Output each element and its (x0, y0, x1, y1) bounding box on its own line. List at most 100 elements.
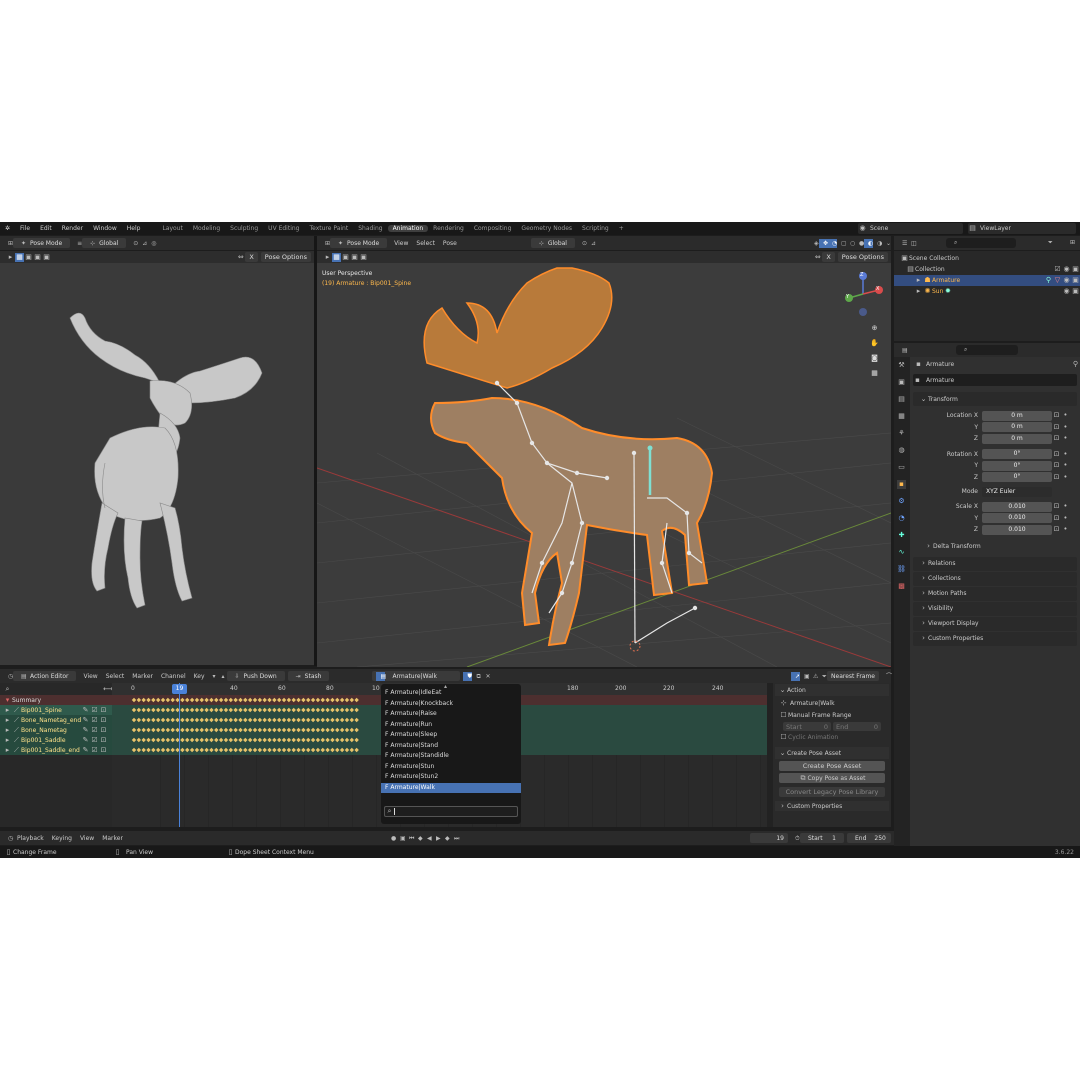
keyframe-diamond[interactable] (286, 717, 292, 723)
menu-edit[interactable]: Edit (35, 225, 57, 232)
keyframe-diamond[interactable] (262, 717, 267, 723)
keyframe-diamond[interactable] (349, 747, 354, 753)
keyframe-diamond[interactable] (199, 737, 204, 743)
menu-channel[interactable]: Channel (157, 673, 190, 680)
errors-icon[interactable]: ⚠ (809, 672, 818, 681)
keyframe-diamond[interactable] (257, 717, 263, 723)
prev-layer-icon[interactable]: ▾ (209, 672, 218, 681)
keyframe-diamond[interactable] (330, 707, 335, 713)
keyframe-diamond[interactable] (223, 727, 229, 733)
eye-icon[interactable]: ◉ (1062, 287, 1071, 296)
keyframe-diamond[interactable] (252, 717, 258, 723)
keyframe-diamond[interactable] (185, 747, 190, 753)
left-pose-options-dropdown[interactable]: Pose Options (260, 252, 311, 262)
keyframe-diamond[interactable] (228, 707, 233, 713)
keyframe-diamond[interactable] (180, 707, 185, 713)
shading-rendered-icon[interactable]: ◑ (873, 239, 882, 248)
keyframe-diamond[interactable] (156, 707, 161, 713)
wrench-icon[interactable]: ✎ (81, 706, 90, 715)
location-y-field[interactable]: 0 m (982, 422, 1052, 433)
scroll-up-icon[interactable]: ▴ (444, 683, 447, 690)
keyframe-diamond[interactable] (156, 717, 161, 723)
keyframe-diamond[interactable] (310, 697, 316, 703)
keyframe-diamond[interactable] (349, 717, 354, 723)
current-frame-field[interactable]: 19 (750, 833, 788, 843)
keyframe-diamond[interactable] (194, 727, 200, 733)
keyframe-diamond[interactable] (252, 697, 258, 703)
lock-icon[interactable]: ⊡ (99, 716, 108, 725)
new-collection-icon[interactable]: ⊞ (1066, 238, 1075, 247)
keyframe-diamond[interactable] (160, 707, 166, 713)
keyframe-diamond[interactable] (344, 727, 350, 733)
editor-mode-dropdown[interactable]: ▤ Action Editor (13, 671, 77, 681)
keyframe-diamond[interactable] (199, 707, 204, 713)
menu-marker[interactable]: Marker (98, 835, 127, 842)
keyframe-diamond[interactable] (281, 717, 287, 723)
dropdown-action-item[interactable]: F Armature|Stun (381, 762, 521, 773)
menu-window[interactable]: Window (88, 225, 122, 232)
collections-panel-header[interactable]: › Collections (913, 571, 1077, 586)
add-workspace-button[interactable]: + (614, 225, 629, 232)
keyframe-diamond[interactable] (354, 697, 359, 703)
convert-legacy-pose-library-button[interactable]: Convert Legacy Pose Library (779, 787, 885, 797)
keyframe-diamond[interactable] (301, 697, 306, 703)
select-subtract-icon[interactable]: ▣ (42, 253, 51, 262)
timeline-editor-icon[interactable]: ◷ (4, 834, 13, 843)
keyframe-diamond[interactable] (141, 747, 146, 753)
checkbox-icon[interactable]: ☑ (1053, 265, 1062, 274)
keyframe-diamond[interactable] (330, 697, 335, 703)
keyframe-diamond[interactable] (344, 707, 350, 713)
keyframe-diamond[interactable] (335, 747, 340, 753)
select-extend-icon[interactable]: ▣ (33, 253, 42, 262)
keyframe-diamond[interactable] (194, 697, 200, 703)
keyframe-diamond[interactable] (170, 747, 175, 753)
keyframe-diamond[interactable] (272, 707, 277, 713)
keyframe-diamond[interactable] (160, 747, 166, 753)
keyframe-diamond[interactable] (335, 717, 340, 723)
keyframe-diamond[interactable] (151, 737, 156, 743)
pivot-icon[interactable]: ⊙ (129, 239, 138, 248)
keyframe-diamond[interactable] (267, 707, 272, 713)
show-hidden-icon[interactable]: ▣ (800, 672, 810, 681)
stash-button[interactable]: ⇥ Stash (287, 671, 330, 681)
keyframe-diamond[interactable] (306, 697, 311, 703)
navigation-gizmo[interactable]: Z X Y (839, 268, 887, 318)
checkbox-icon[interactable]: ☑ (90, 746, 99, 755)
dropdown-action-item[interactable]: F Armature|Walk (381, 782, 521, 793)
keyframe-diamond[interactable] (233, 717, 238, 723)
camera-render-icon[interactable]: ▣ (1071, 276, 1080, 285)
keyframe-diamond[interactable] (277, 707, 282, 713)
keyframe-diamond[interactable] (194, 747, 200, 753)
manual-frame-range-checkbox[interactable]: ☐ Manual Frame Range (773, 709, 891, 721)
start-frame-field[interactable]: Start 0 (783, 722, 831, 731)
data-name-field[interactable]: ▪ Armature (913, 374, 1077, 386)
outliner-armature[interactable]: ▸ ☗ Armature ⚲ ▽ ◉ ▣ (894, 275, 1080, 286)
view-layer-tab-icon[interactable]: ▦ (897, 412, 906, 421)
keyframe-diamond[interactable] (238, 727, 243, 733)
keyframe-diamond[interactable] (233, 737, 238, 743)
keyframe-diamond[interactable] (301, 747, 306, 753)
viewport-display-panel-header[interactable]: › Viewport Display (913, 616, 1077, 631)
main-pose-options-dropdown[interactable]: Pose Options (837, 252, 888, 262)
snap-icon[interactable]: ⊿ (138, 239, 147, 248)
dropdown-action-item[interactable]: F Armature|Stun2 (381, 772, 521, 783)
keyframe-diamond[interactable] (136, 707, 142, 713)
keyframe-diamond[interactable] (170, 737, 175, 743)
keyframe-diamond[interactable] (330, 727, 335, 733)
keyframe-diamond[interactable] (296, 697, 301, 703)
keyframe-diamond[interactable] (204, 717, 209, 723)
texture-tab-icon[interactable]: ▩ (897, 582, 906, 591)
keyframe-diamond[interactable] (335, 727, 340, 733)
keyframe-diamond[interactable] (243, 737, 248, 743)
keyframe-diamond[interactable] (223, 737, 229, 743)
keyframe-diamond[interactable] (194, 717, 200, 723)
keyframe-diamond[interactable] (306, 737, 311, 743)
pan-hand-icon[interactable]: ✋ (870, 339, 879, 348)
menu-view[interactable]: View (390, 240, 412, 247)
expand-icon[interactable]: ▸ (914, 287, 923, 296)
tab-rendering[interactable]: Rendering (428, 225, 469, 232)
keyframe-diamond[interactable] (199, 697, 204, 703)
keyframe-dot-icon[interactable]: • (1061, 461, 1070, 470)
tab-layout[interactable]: Layout (157, 225, 187, 232)
keyframe-diamond[interactable] (189, 697, 195, 703)
